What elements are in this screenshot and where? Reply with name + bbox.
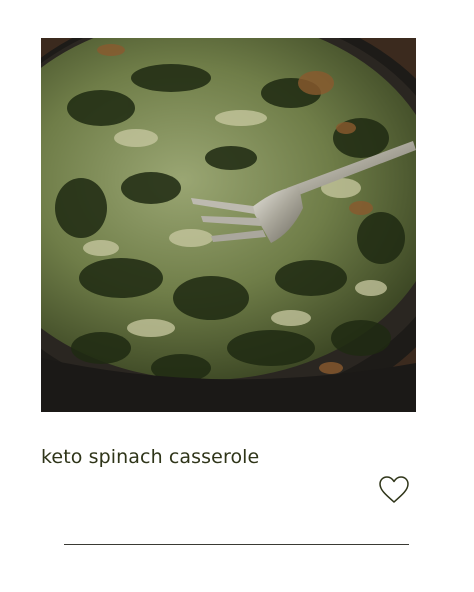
divider [64, 544, 409, 545]
heart-outline-icon[interactable] [378, 475, 410, 505]
recipe-image[interactable] [41, 38, 416, 412]
recipe-title[interactable]: keto spinach casserole [41, 446, 259, 468]
spinach-casserole-photo [41, 38, 416, 412]
recipe-card[interactable]: keto spinach casserole [0, 0, 474, 592]
